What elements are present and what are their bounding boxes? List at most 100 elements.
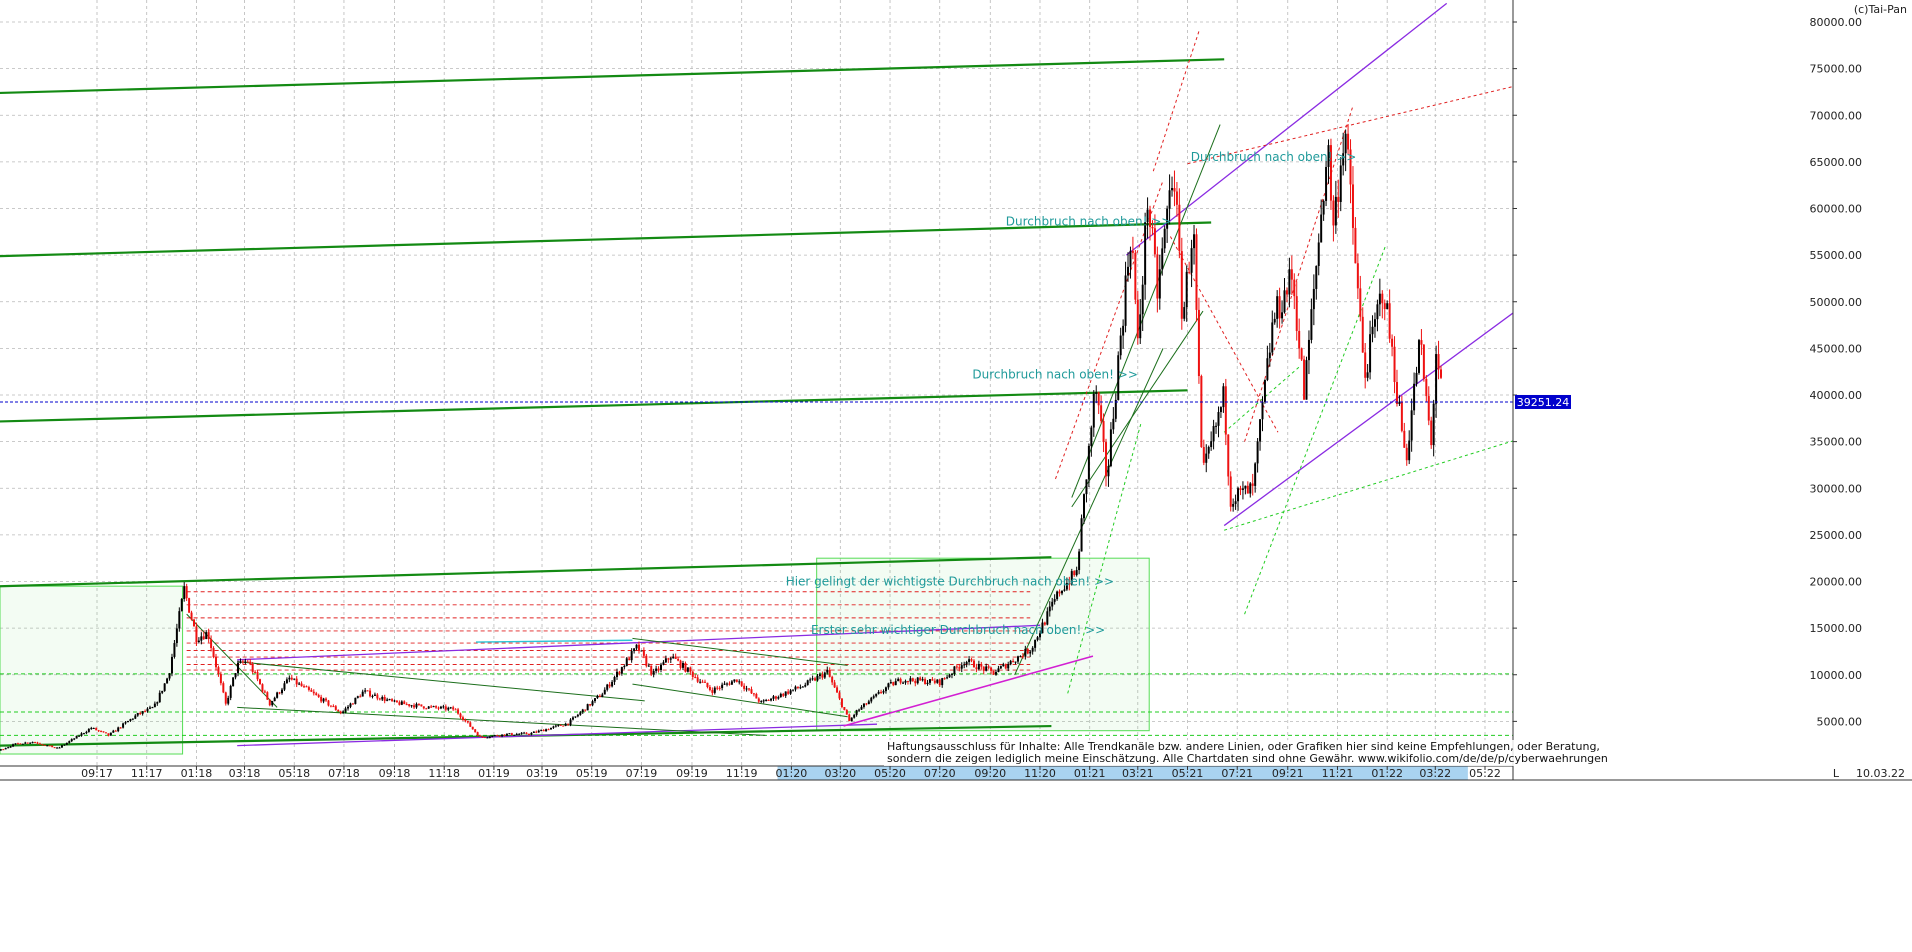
x-tick-label: 01:22	[1371, 767, 1403, 780]
candle-body	[1383, 303, 1386, 310]
candle-body	[461, 717, 464, 720]
candle-body	[777, 697, 780, 699]
candle-body	[503, 734, 506, 736]
candle-body	[205, 632, 208, 640]
candle-body	[444, 706, 447, 710]
candle-body	[1156, 254, 1159, 299]
candle-body	[728, 683, 731, 685]
candle-body	[652, 671, 655, 675]
candle-body	[87, 729, 90, 732]
candle-body	[268, 699, 271, 706]
candle-body	[1266, 358, 1269, 380]
candle-body	[545, 729, 548, 732]
candle-body	[1246, 485, 1249, 494]
candle-body	[645, 655, 648, 666]
candle-body	[1168, 190, 1171, 209]
candle-body	[696, 677, 699, 682]
candle-body	[806, 680, 809, 685]
candle-body	[80, 733, 83, 736]
candle-body	[765, 699, 768, 701]
candle-body	[229, 686, 232, 698]
y-tick-label: 5000.00	[1817, 715, 1863, 728]
candle-body	[699, 681, 702, 683]
candle-body	[173, 643, 176, 657]
candle-body	[73, 738, 76, 740]
candle-body	[1388, 303, 1391, 339]
candle-body	[92, 727, 95, 729]
candle-body	[897, 678, 900, 682]
candle-body	[65, 742, 68, 745]
candle-body	[970, 659, 973, 661]
candle-body	[432, 706, 435, 708]
candle-body	[779, 693, 782, 698]
candle-body	[241, 661, 244, 663]
candle-body	[581, 709, 584, 713]
candle-body	[655, 668, 658, 672]
candle-body	[131, 718, 134, 720]
candle-body	[679, 660, 682, 668]
candle-body	[117, 727, 120, 732]
candle-body	[119, 727, 122, 729]
x-axis-end-date: 10.03.22	[1856, 767, 1905, 780]
candle-body	[576, 714, 579, 717]
candle-body	[850, 717, 853, 722]
candle-body	[1351, 184, 1354, 228]
x-tick-label: 07:20	[924, 767, 956, 780]
candle-body	[1413, 383, 1416, 411]
x-tick-label: 05:22	[1469, 767, 1501, 780]
candle-body	[782, 693, 785, 696]
candle-body	[814, 678, 817, 681]
candle-body	[630, 651, 633, 661]
candle-body	[1307, 339, 1310, 361]
candle-body	[623, 666, 626, 668]
candle-body	[347, 706, 350, 709]
candle-body	[921, 679, 924, 681]
y-tick-label: 25000.00	[1810, 529, 1863, 542]
candle-body	[1085, 479, 1088, 495]
candle-body	[537, 730, 540, 733]
candle-body	[227, 697, 230, 704]
x-tick-label: 11:19	[726, 767, 758, 780]
candle-body	[735, 679, 738, 682]
candle-body	[1016, 656, 1019, 662]
candle-body	[672, 656, 675, 659]
candle-body	[459, 713, 462, 718]
candle-body	[395, 700, 398, 703]
candle-body	[635, 644, 638, 649]
candle-body	[554, 725, 557, 727]
candle-body	[882, 691, 885, 693]
candle-body	[593, 698, 596, 702]
candle-body	[398, 702, 401, 705]
candle-body	[911, 678, 914, 681]
price-chart[interactable]: 5000.00 10000.00 15000.00 20000.00 25000.00 3…	[0, 0, 1912, 952]
candle-body	[0, 749, 2, 751]
candle-body	[144, 711, 147, 713]
candle-body	[1175, 191, 1178, 205]
candle-body	[371, 695, 374, 697]
candle-body	[175, 628, 178, 644]
candle-body	[527, 733, 530, 735]
candle-body	[325, 698, 328, 701]
candle-body	[1217, 412, 1220, 426]
candle-body	[515, 733, 518, 735]
candle-body	[1312, 288, 1315, 310]
candle-body	[877, 691, 880, 694]
candle-body	[104, 732, 107, 734]
candle-body	[606, 684, 609, 690]
x-tick-labels: 09:17 11:17 01:18 03:18 05:18 07:18 09:18 11:18…	[81, 766, 1501, 780]
candle-body	[454, 709, 457, 711]
candle-body	[738, 681, 741, 683]
candle-body	[596, 695, 599, 699]
candle-body	[997, 668, 1000, 673]
candle-body	[1012, 660, 1015, 663]
x-tick-label: 09:17	[81, 767, 113, 780]
candle-body	[677, 658, 680, 661]
candle-body	[378, 698, 381, 700]
candle-body	[114, 730, 117, 732]
candle-body	[818, 674, 821, 677]
candle-body	[178, 611, 181, 629]
candle-body	[894, 681, 897, 686]
x-tick-label: 11:21	[1322, 767, 1354, 780]
candle-body	[383, 696, 386, 701]
candle-body	[170, 656, 173, 674]
